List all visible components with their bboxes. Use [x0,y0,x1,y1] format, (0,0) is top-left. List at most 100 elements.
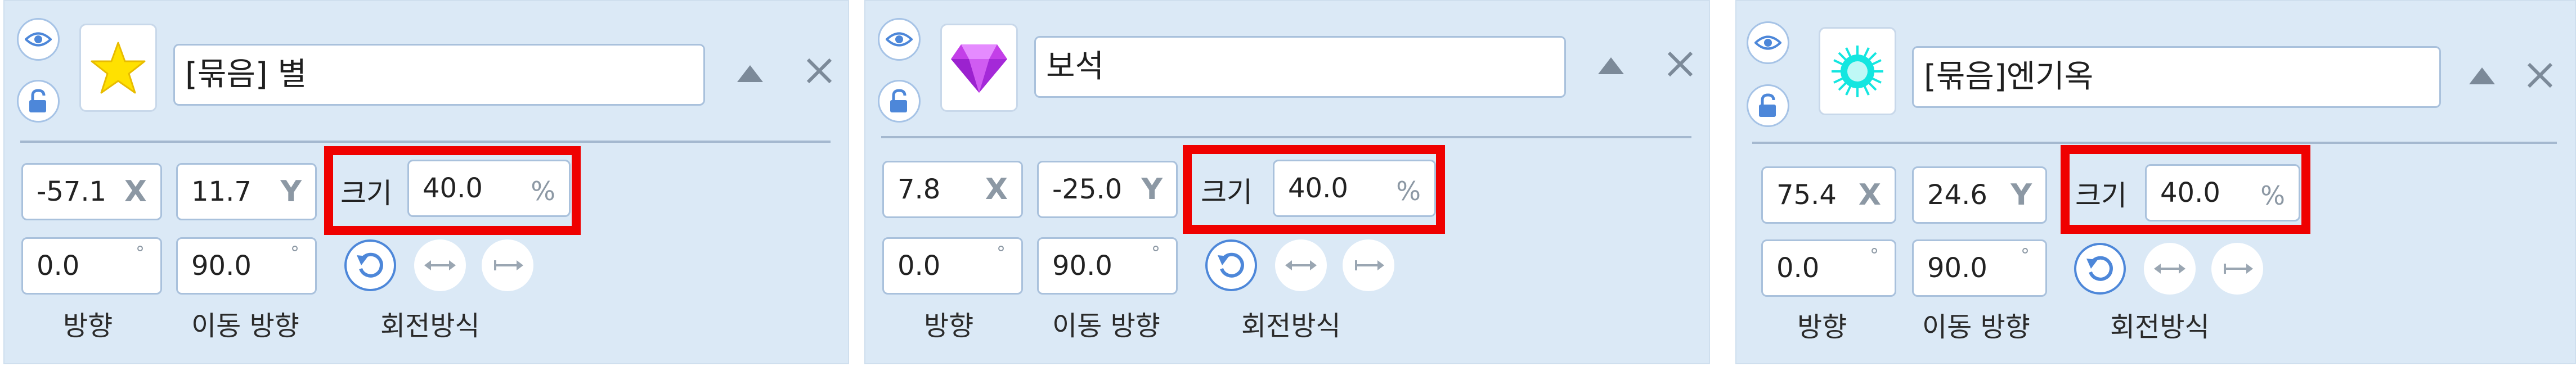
y-unit-label: Y [1141,173,1163,206]
x-value: 7.8 [897,174,941,205]
rotate-free-button[interactable] [2074,243,2126,295]
divider [1752,142,2557,144]
energy-orb-icon [1832,45,1883,97]
rotate-free-button[interactable] [1205,239,1257,291]
move-direction-caption: 이동 방향 [191,310,299,342]
gem-icon [951,44,1007,93]
horizontal-arrows-icon [1285,260,1317,270]
flip-horizontal-button[interactable] [2144,243,2196,295]
size-label: 크기 [2075,179,2127,212]
unlock-icon [29,89,46,112]
direction-value: 0.0 [1776,252,1820,284]
y-coordinate-field[interactable]: 11.7 Y [176,163,317,220]
y-unit-label: Y [280,175,302,209]
y-unit-label: Y [2010,178,2032,212]
size-field[interactable]: 40.0 % [1273,160,1436,217]
divider [881,136,1691,138]
rotation-mode-caption: 회전방식 [380,310,480,342]
size-label: 크기 [340,177,392,210]
move-direction-caption: 이동 방향 [1922,311,2030,343]
x-value: 75.4 [1776,179,1837,211]
direction-value: 0.0 [897,250,941,282]
size-unit-label: % [531,176,555,206]
move-direction-field[interactable]: 90.0 ° [1912,239,2047,297]
object-thumbnail [1819,27,1896,115]
rotate-icon [357,252,383,278]
x-unit-label: X [1858,178,1881,212]
y-coordinate-field[interactable]: 24.6 Y [1912,166,2047,224]
object-panel-star: [묶음] 별 -57.1 X 11.7 Y 크기 40.0 % 0.0 ° 90… [3,0,849,364]
object-name-input[interactable]: [묶음] 별 [173,44,705,106]
rotation-mode-caption: 회전방식 [1241,310,1341,342]
y-coordinate-field[interactable]: -25.0 Y [1037,161,1178,218]
direction-field[interactable]: 0.0 ° [21,237,162,295]
y-value: -25.0 [1052,174,1123,205]
size-field[interactable]: 40.0 % [2145,164,2300,221]
move-direction-value: 90.0 [191,250,252,282]
lock-toggle-button[interactable] [878,80,921,123]
object-thumbnail [79,24,157,112]
x-coordinate-field[interactable]: 7.8 X [882,161,1023,218]
x-coordinate-field[interactable]: -57.1 X [21,163,162,220]
lock-toggle-button[interactable] [1747,84,1789,127]
x-unit-label: X [985,173,1008,206]
x-unit-label: X [124,175,147,209]
no-rotation-button[interactable] [2211,243,2263,295]
x-value: -57.1 [37,176,107,207]
eye-icon [1754,35,1781,50]
move-direction-value: 90.0 [1927,252,1987,284]
size-value: 40.0 [2160,177,2220,209]
horizontal-arrows-icon [424,260,456,270]
object-name-input[interactable]: [묶음]엔기옥 [1912,46,2441,108]
direction-caption: 방향 [63,310,113,342]
move-direction-field[interactable]: 90.0 ° [176,237,317,295]
unlock-icon [1759,93,1776,117]
close-icon[interactable] [1664,48,1696,80]
move-direction-caption: 이동 방향 [1052,310,1160,342]
rotation-mode-caption: 회전방식 [2110,311,2210,343]
right-arrow-icon [494,260,523,270]
object-panel-gem: 보석 7.8 X -25.0 Y 크기 40.0 % 0.0 ° 90.0 ° … [864,0,1710,364]
object-name-input[interactable]: 보석 [1034,36,1566,98]
degree-symbol: ° [136,242,145,264]
eye-icon [25,32,52,47]
collapse-arrow-icon[interactable] [2469,67,2495,84]
visibility-toggle-button[interactable] [878,18,921,61]
visibility-toggle-button[interactable] [17,18,60,61]
visibility-toggle-button[interactable] [1747,21,1789,64]
size-unit-label: % [2260,180,2285,211]
right-arrow-icon [1355,260,1384,270]
no-rotation-button[interactable] [482,239,533,291]
move-direction-value: 90.0 [1052,250,1112,282]
no-rotation-button[interactable] [1343,239,1394,291]
horizontal-arrows-icon [2154,264,2185,274]
size-field[interactable]: 40.0 % [407,160,571,217]
lock-toggle-button[interactable] [17,80,60,123]
right-arrow-icon [2224,264,2253,274]
rotate-free-button[interactable] [344,239,396,291]
direction-caption: 방향 [924,310,974,342]
move-direction-field[interactable]: 90.0 ° [1037,237,1178,295]
close-icon[interactable] [804,55,835,87]
unlock-icon [890,89,907,112]
size-label: 크기 [1201,176,1253,209]
flip-horizontal-button[interactable] [1275,239,1327,291]
flip-horizontal-button[interactable] [414,239,466,291]
size-unit-label: % [1396,176,1421,206]
collapse-arrow-icon[interactable] [1598,57,1624,74]
degree-symbol: ° [1151,242,1160,264]
close-icon[interactable] [2524,60,2556,91]
x-coordinate-field[interactable]: 75.4 X [1761,166,1896,224]
rotate-icon [1218,252,1244,278]
degree-symbol: ° [1870,245,1879,266]
direction-caption: 방향 [1797,311,1847,343]
degree-symbol: ° [997,242,1006,264]
direction-field[interactable]: 0.0 ° [1761,239,1896,297]
collapse-arrow-icon[interactable] [737,65,763,82]
y-value: 11.7 [191,176,252,207]
degree-symbol: ° [290,242,299,264]
divider [20,141,831,143]
direction-field[interactable]: 0.0 ° [882,237,1023,295]
object-thumbnail [940,24,1018,112]
size-value: 40.0 [423,173,483,204]
